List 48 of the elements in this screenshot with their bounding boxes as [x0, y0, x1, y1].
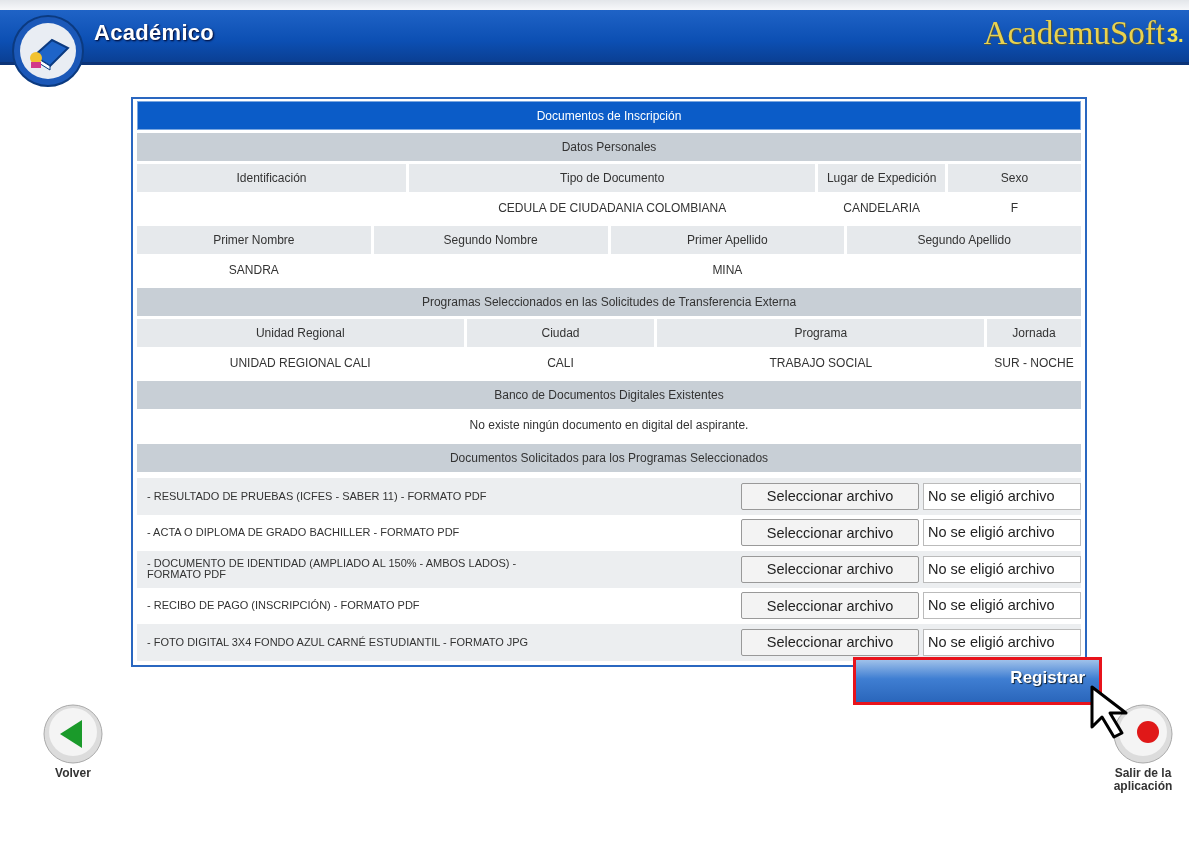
section-header: Datos Personales	[137, 133, 1081, 161]
column-header: Segundo Nombre	[373, 226, 608, 254]
back-button[interactable]: Volver	[42, 702, 104, 780]
file-status-text: No se eligió archivo	[923, 482, 1081, 510]
column-header: Programa	[657, 319, 984, 347]
document-label: - RECIBO DE PAGO (INSCRIPCIÓN) - FORMATO PDF	[147, 599, 420, 612]
field-value: SANDRA	[228, 262, 279, 277]
app-version-text: 3.	[1167, 23, 1185, 47]
column-header: Primer Apellido	[610, 226, 845, 254]
register-button[interactable]: Registrar	[853, 656, 1102, 705]
field-value: F	[1010, 200, 1019, 215]
choose-file-button[interactable]: Seleccionar archivo	[741, 628, 919, 656]
panel-title: Documentos de Inscripción	[137, 101, 1081, 130]
section-header: Banco de Documentos Digitales Existentes	[137, 381, 1081, 409]
document-label: - ACTA O DIPLOMA DE GRADO BACHILLER - FORMATO PDF	[147, 526, 460, 539]
file-status-text: No se eligió archivo	[923, 592, 1081, 620]
column-header: Segundo Apellido	[847, 226, 1081, 254]
info-message: No existe ningún documento en digital del aspirante.	[469, 418, 749, 432]
file-status-text: No se eligió archivo	[923, 628, 1081, 656]
section-header: Documentos Solicitados para los Programas Seleccionados	[137, 444, 1081, 472]
column-header: Identificación	[137, 164, 406, 192]
section-header: Programas Seleccionados en las Solicitudes de Transferencia Externa	[137, 288, 1081, 316]
app-logo-text: AcademuSoft	[983, 14, 1165, 52]
column-header: Primer Nombre	[137, 226, 371, 254]
document-label: - FOTO DIGITAL 3X4 FONDO AZUL CARNÉ ESTUDIANTIL - FORMATO JPG	[147, 635, 529, 648]
choose-file-button[interactable]: Seleccionar archivo	[741, 482, 919, 510]
column-header: Jornada	[987, 319, 1081, 347]
field-value: CALI	[547, 355, 574, 370]
file-status-text: No se eligió archivo	[923, 519, 1081, 547]
field-value: MINA	[712, 262, 743, 277]
choose-file-button[interactable]: Seleccionar archivo	[741, 519, 919, 547]
choose-file-button[interactable]: Seleccionar archivo	[741, 592, 919, 620]
column-header: Ciudad	[466, 319, 655, 347]
choose-file-button[interactable]: Seleccionar archivo	[741, 555, 919, 583]
document-label: - DOCUMENTO DE IDENTIDAD (AMPLIADO AL 150% - AMBOS LADOS) - FORMATO PDF	[147, 557, 517, 581]
module-title: Académico	[94, 20, 215, 46]
column-header: Unidad Regional	[137, 319, 464, 347]
document-label: - RESULTADO DE PRUEBAS (ICFES - SABER 11) - FORMATO PDF	[147, 489, 487, 502]
field-value: CANDELARIA	[843, 200, 920, 215]
exit-icon	[1112, 702, 1174, 765]
field-value: SUR - NOCHE	[994, 355, 1074, 370]
field-value: UNIDAD REGIONAL CALI	[229, 355, 371, 370]
column-header: Lugar de Expedición	[818, 164, 945, 192]
column-header: Tipo de Documento	[409, 164, 816, 192]
column-header: Sexo	[947, 164, 1081, 192]
field-value: TRABAJO SOCIAL	[769, 355, 873, 370]
file-status-text: No se eligió archivo	[923, 555, 1081, 583]
field-value: CEDULA DE CIUDADANIA COLOMBIANA	[498, 200, 727, 215]
